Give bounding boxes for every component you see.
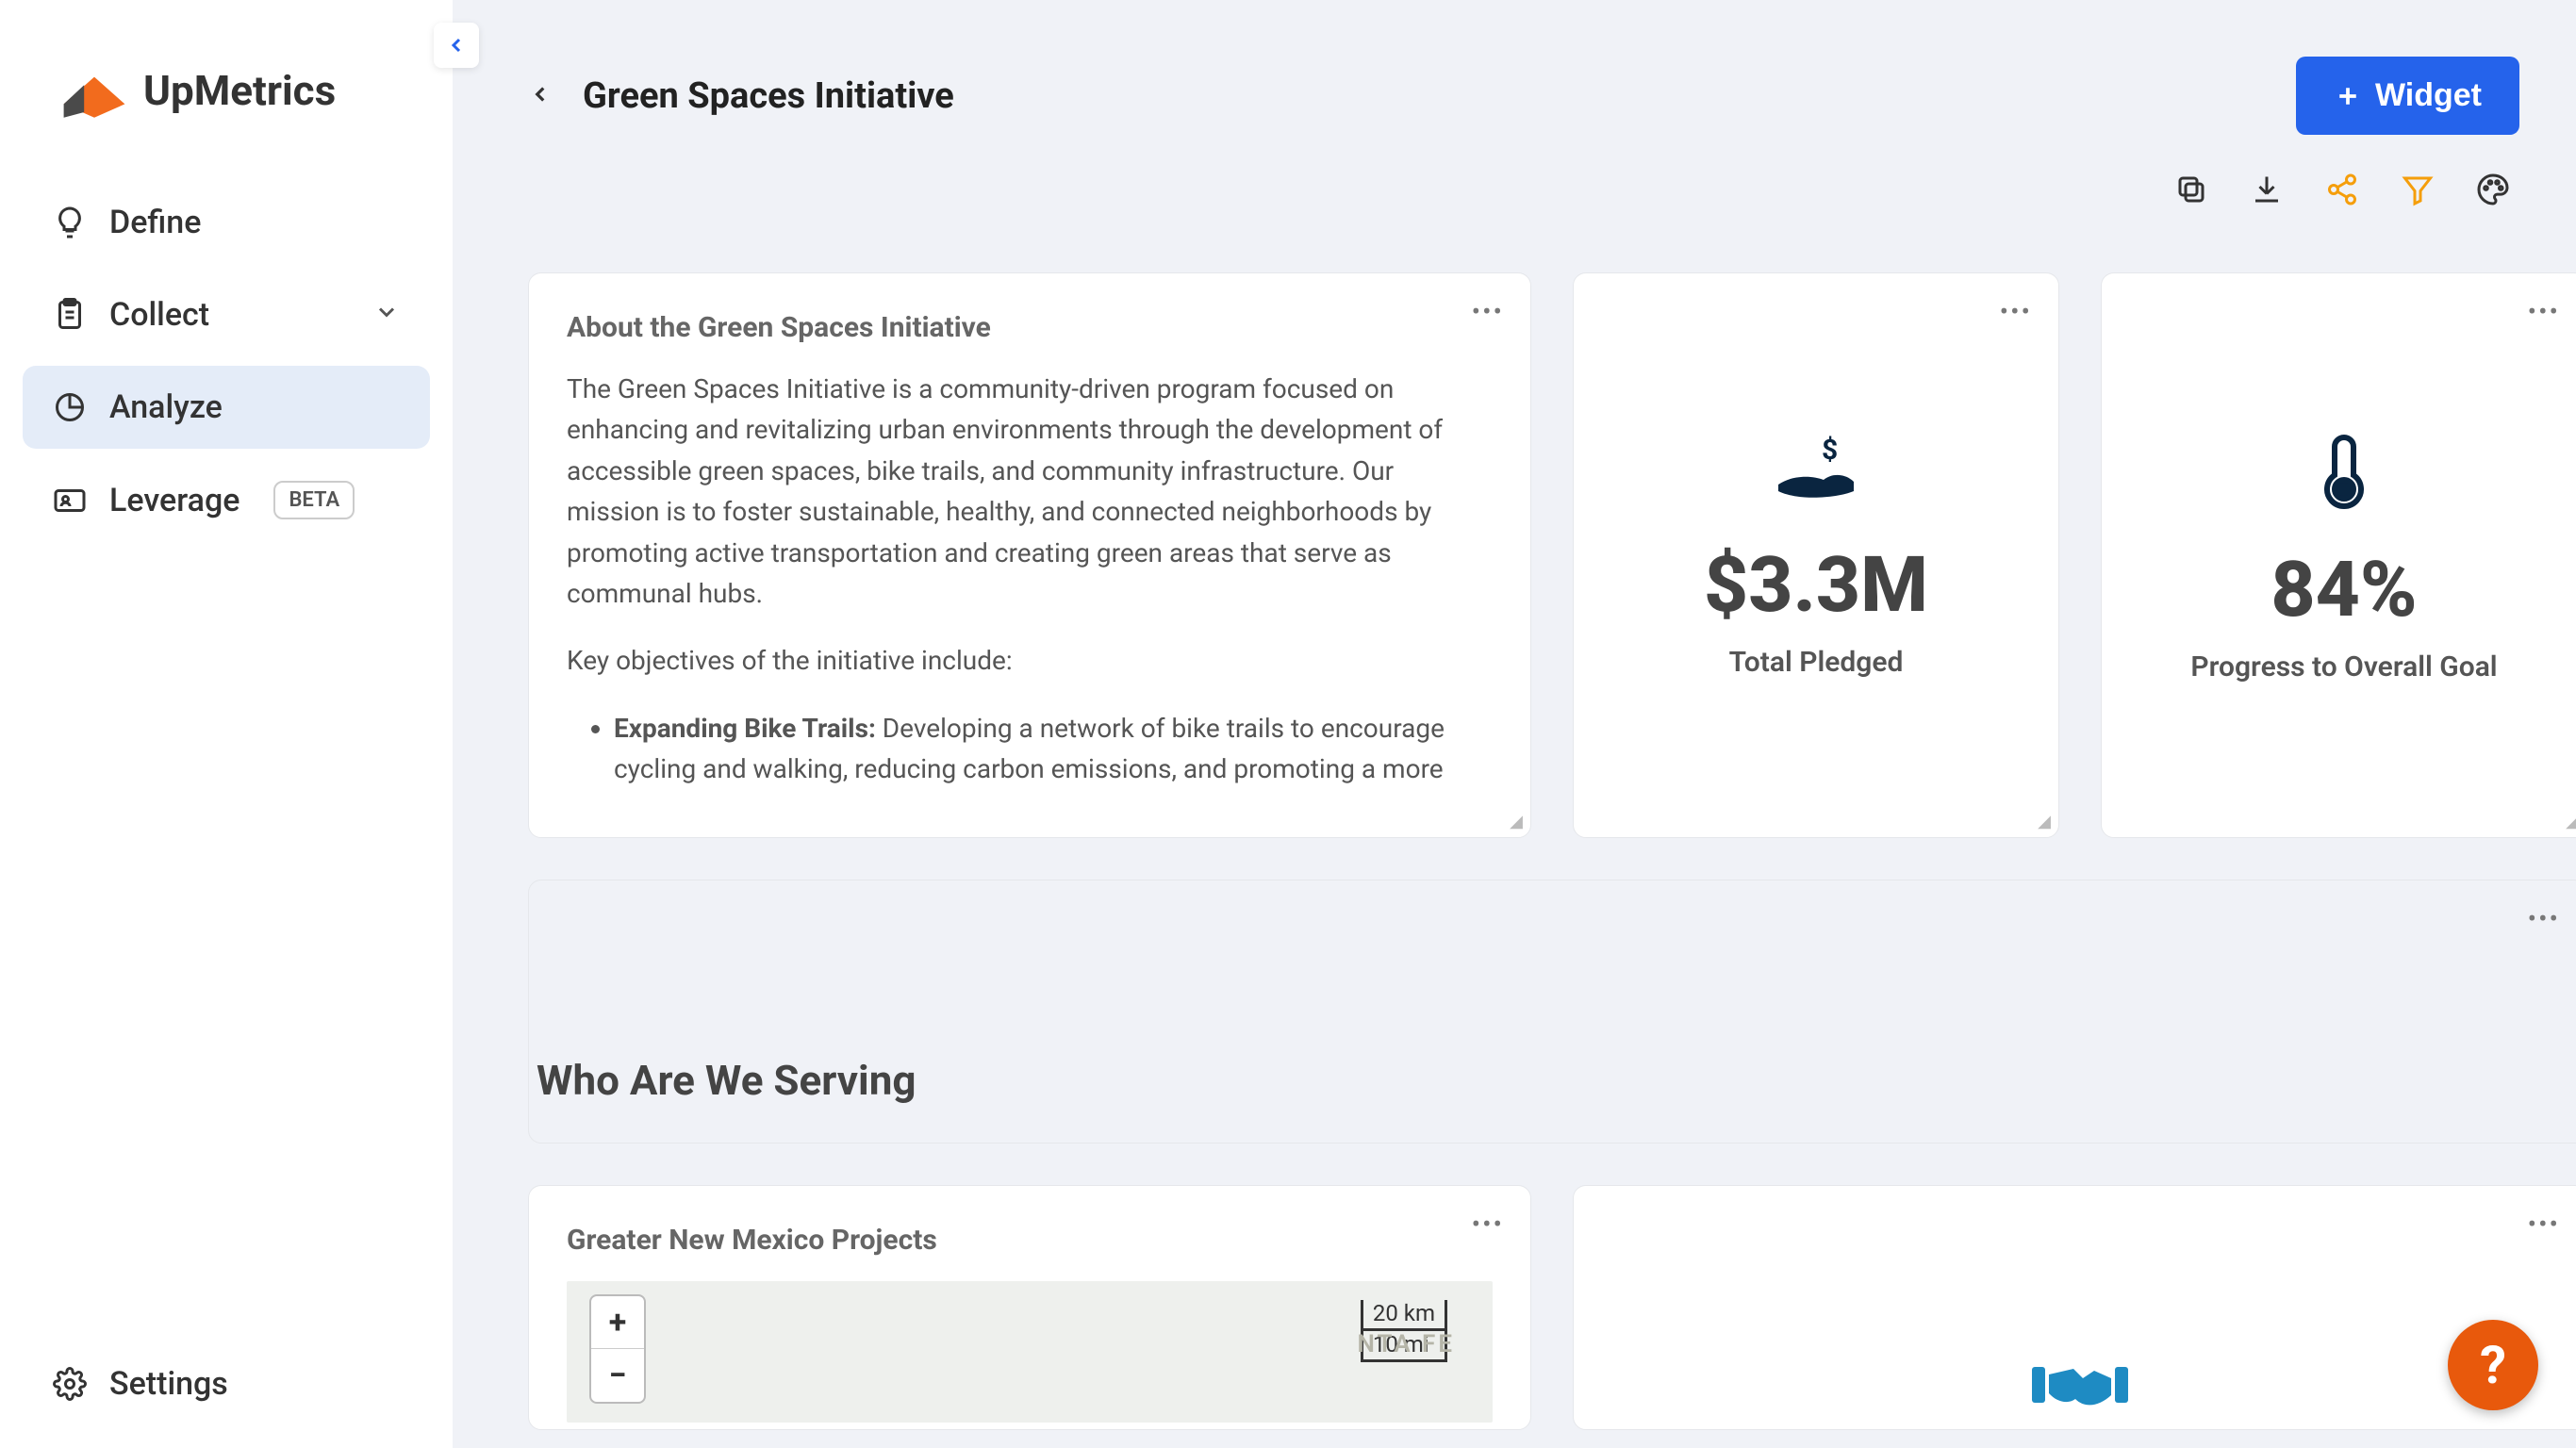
resize-handle-icon[interactable]: ◢ [2566, 812, 2576, 831]
sidebar: UpMetrics Define Collect Analyze [0, 0, 453, 1448]
lightbulb-icon [53, 206, 87, 239]
money-hand-icon: $ [1769, 433, 1863, 512]
nav-label: Settings [109, 1365, 228, 1403]
about-paragraph: The Green Spaces Initiative is a communi… [567, 369, 1493, 614]
copy-icon[interactable] [2174, 173, 2208, 206]
about-title: About the Green Spaces Initiative [567, 311, 1493, 344]
partner-card: ••• [1573, 1185, 2576, 1430]
widget-button-label: Widget [2375, 77, 2482, 114]
nav-label: Analyze [109, 388, 223, 426]
about-objectives-intro: Key objectives of the initiative include… [567, 640, 1493, 681]
sidebar-item-leverage[interactable]: Leverage BETA [23, 458, 430, 542]
about-body: The Green Spaces Initiative is a communi… [567, 369, 1493, 790]
card-menu-icon[interactable]: ••• [1472, 296, 1504, 327]
nav: Define Collect Analyze Leverage BETA [23, 181, 430, 542]
map-city-label: NTA FE [1357, 1330, 1455, 1358]
clipboard-icon [53, 298, 87, 332]
stat-label: Progress to Overall Goal [2190, 650, 2497, 683]
total-pledged-card: ••• $ $3.3M Total Pledged ◢ [1573, 272, 2059, 838]
sidebar-item-collect[interactable]: Collect [23, 273, 430, 356]
user-card-icon [53, 484, 87, 518]
header: Green Spaces Initiative Widget [528, 57, 2519, 135]
card-menu-icon[interactable]: ••• [2528, 903, 2560, 934]
zoom-out-button[interactable]: − [591, 1349, 644, 1402]
handshake-icon [2028, 1350, 2132, 1420]
zoom-in-button[interactable]: + [591, 1296, 644, 1349]
resize-handle-icon[interactable]: ◢ [1510, 812, 1523, 831]
page-title: Green Spaces Initiative [583, 75, 954, 117]
plus-icon [2334, 82, 2362, 110]
main-content: Green Spaces Initiative Widget ••• About… [453, 0, 2576, 1448]
beta-badge: BETA [273, 481, 355, 519]
stat-value: $3.3M [1704, 540, 1928, 631]
sidebar-item-settings[interactable]: Settings [23, 1342, 430, 1425]
logo[interactable]: UpMetrics [23, 57, 430, 124]
progress-card: ••• 84% Progress to Overall Goal ◢ [2101, 272, 2576, 838]
logo-text: UpMetrics [143, 66, 336, 115]
stat-label: Total Pledged [1729, 646, 1904, 679]
serving-section-card: ••• Who Are We Serving [528, 880, 2576, 1144]
nav-label: Define [109, 204, 201, 241]
map-canvas[interactable]: + − 20 km 10 mi NTA FE [567, 1281, 1493, 1423]
map-card: ••• Greater New Mexico Projects + − 20 k… [528, 1185, 1531, 1430]
gear-icon [53, 1367, 87, 1401]
serving-title: Who Are We Serving [529, 1056, 916, 1105]
card-menu-icon[interactable]: ••• [1472, 1209, 1504, 1240]
nav-label: Leverage [109, 482, 239, 519]
sidebar-item-analyze[interactable]: Analyze [23, 366, 430, 449]
zoom-control: + − [589, 1294, 646, 1404]
filter-icon[interactable] [2401, 173, 2435, 206]
card-menu-icon[interactable]: ••• [2528, 296, 2560, 327]
pie-chart-icon [53, 390, 87, 424]
nav-label: Collect [109, 296, 209, 334]
help-button[interactable]: ? [2448, 1320, 2538, 1410]
chevron-down-icon [373, 296, 400, 334]
sidebar-item-define[interactable]: Define [23, 181, 430, 264]
palette-icon[interactable] [2476, 173, 2510, 206]
svg-text:$: $ [1822, 434, 1838, 467]
objective-item: Expanding Bike Trails: Developing a netw… [614, 708, 1493, 790]
toolbar [528, 173, 2519, 206]
collapse-sidebar-button[interactable] [434, 23, 479, 68]
thermometer-icon [2316, 428, 2372, 517]
download-icon[interactable] [2250, 173, 2284, 206]
card-menu-icon[interactable]: ••• [2000, 296, 2032, 327]
back-button[interactable] [528, 78, 553, 114]
resize-handle-icon[interactable]: ◢ [2038, 812, 2051, 831]
help-icon: ? [2480, 1334, 2506, 1396]
card-menu-icon[interactable]: ••• [2528, 1209, 2560, 1240]
logo-icon [60, 57, 128, 124]
add-widget-button[interactable]: Widget [2296, 57, 2519, 135]
share-icon[interactable] [2325, 173, 2359, 206]
map-title: Greater New Mexico Projects [567, 1224, 1493, 1257]
stat-value: 84% [2271, 545, 2417, 635]
about-card: ••• About the Green Spaces Initiative Th… [528, 272, 1531, 838]
